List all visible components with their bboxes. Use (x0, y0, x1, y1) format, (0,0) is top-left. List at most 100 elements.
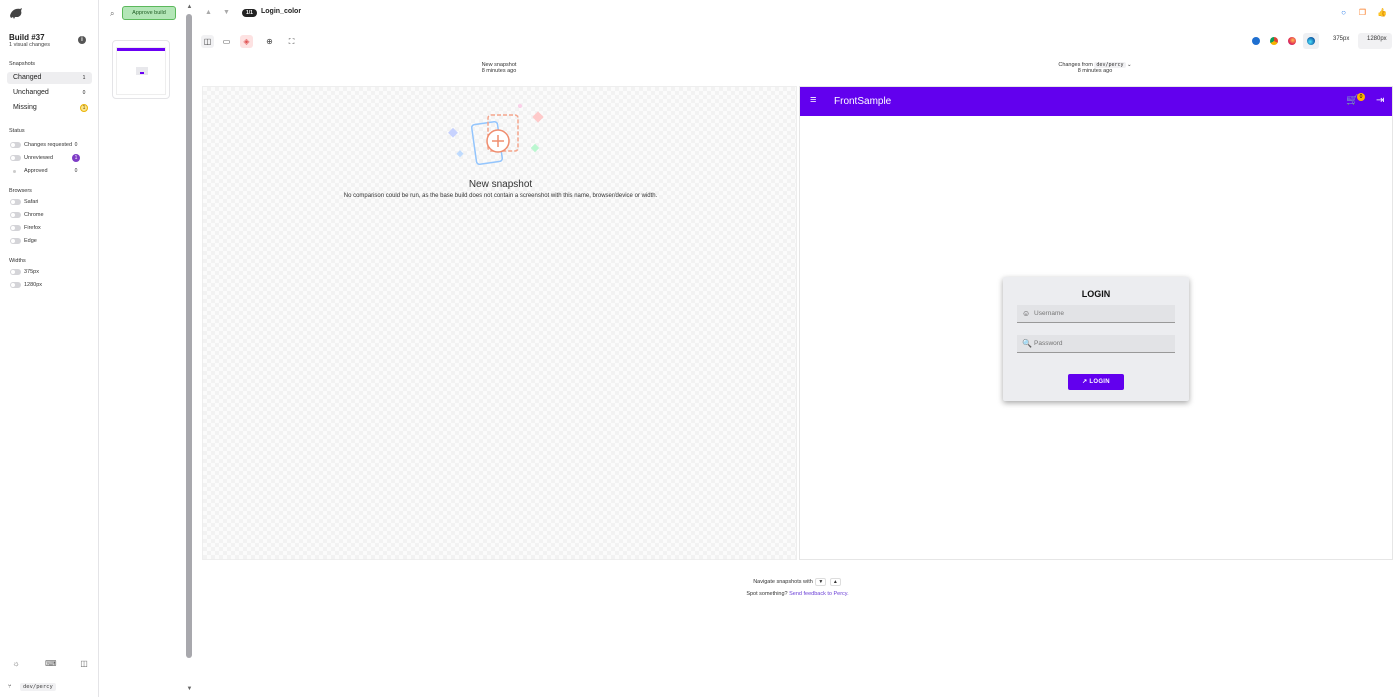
next-snapshot-arrow[interactable]: ▼ (223, 9, 230, 16)
login-card: LOGIN ☺ 🔍 ↗ LOGIN (1003, 277, 1189, 401)
single-view-icon[interactable]: ▭ (220, 35, 233, 48)
app-header-bar: ≡ FrontSample 🛒 0 ⇥ (800, 87, 1392, 116)
width-filter-1280[interactable]: 1280px (10, 281, 42, 290)
filter-label: Firefox (24, 225, 41, 231)
login-title: LOGIN (1081, 289, 1111, 299)
scrollbar-thumb[interactable] (186, 14, 192, 658)
login-button-label: LOGIN (1089, 379, 1110, 385)
toggle-switch[interactable] (10, 225, 21, 231)
width-1280-button[interactable]: 1280px (1367, 36, 1387, 42)
toggle-switch[interactable] (10, 238, 21, 244)
toggle-switch[interactable] (10, 212, 21, 218)
width-375-button[interactable]: 375px (1333, 36, 1349, 42)
approve-build-button[interactable]: Approve build (122, 6, 176, 20)
filter-label: 1280px (24, 282, 43, 288)
safari-browser-icon[interactable] (1252, 37, 1260, 45)
browser-filter-chrome[interactable]: Chrome (10, 211, 44, 220)
snapshot-render-panel[interactable]: ≡ FrontSample 🛒 0 ⇥ LOGIN ☺ 🔍 ↗ LOGIN (799, 86, 1393, 560)
zoom-icon[interactable]: ⊕ (263, 35, 276, 48)
new-snapshot-illustration-icon (448, 104, 544, 165)
thumbnail-preview (116, 47, 166, 95)
filter-label: Safari (24, 199, 39, 205)
toggle-switch[interactable] (10, 142, 21, 148)
width-filter-375[interactable]: 375px (10, 268, 39, 277)
keyboard-navigation-hint: Navigate snapshots with ▼ ▲ (202, 578, 1393, 586)
search-icon[interactable]: ⌕ (110, 9, 114, 19)
settings-icon[interactable]: ☼ (11, 659, 21, 669)
sidebar: Build #37 1 visual changes i Snapshots C… (0, 0, 99, 697)
column-timestamp: 8 minutes ago (481, 68, 517, 74)
thumbs-up-icon[interactable]: 👍 (1377, 8, 1387, 17)
new-snapshot-header: New snapshot 8 minutes ago (449, 62, 549, 74)
toggle-switch[interactable] (10, 282, 21, 288)
face-icon: ☺ (1022, 309, 1031, 318)
snapshots-label: Snapshots (9, 61, 35, 67)
new-snapshot-title: New snapshot (468, 179, 533, 190)
toggle-switch[interactable] (10, 168, 21, 174)
panel-toggle-icon[interactable]: ◫ (79, 659, 89, 669)
login-button: ↗ LOGIN (1068, 374, 1124, 390)
snapshot-position-badge: 1/1 (242, 9, 257, 17)
feedback-link[interactable]: Send feedback to Percy. (789, 591, 849, 597)
snapshot-filter-label: Changed (13, 74, 42, 81)
app-title: FrontSample (834, 96, 892, 107)
chrome-browser-icon[interactable] (1270, 37, 1278, 45)
snapshot-filter-missing[interactable]: Missing 1 (7, 102, 92, 114)
branch-icon: ⑂ (8, 684, 12, 690)
browser-filter-edge[interactable]: Edge (10, 237, 37, 246)
snapshot-filter-unchanged[interactable]: Unchanged 0 (7, 87, 92, 99)
copy-icon[interactable]: ❐ (1358, 8, 1367, 17)
scroll-down-arrow[interactable]: ▼ (186, 686, 193, 692)
filter-label: Unreviewed (24, 155, 54, 161)
snapshot-thumbnail[interactable] (112, 40, 170, 99)
filter-label: 375px (24, 269, 39, 275)
changes-from-header[interactable]: Changes from dev/percy ⌄ 8 minutes ago (1030, 62, 1160, 74)
count-badge: 0 (74, 168, 78, 174)
status-filter-changes-requested[interactable]: Changes requested (10, 141, 72, 150)
comment-icon[interactable]: ○ (1339, 8, 1348, 17)
cart-count-badge: 0 (1357, 93, 1365, 101)
password-input (1034, 338, 1169, 349)
edge-browser-icon[interactable] (1307, 37, 1315, 45)
filter-label: Chrome (24, 212, 44, 218)
key-down-hint: ▼ (815, 578, 827, 586)
new-snapshot-description: No comparison could be run, as the base … (343, 193, 658, 199)
keyboard-icon[interactable]: ⌨ (45, 659, 57, 669)
diff-toggle-icon[interactable]: ◈ (240, 35, 253, 48)
count-badge: 1 (72, 154, 80, 162)
username-input (1034, 308, 1169, 319)
menu-icon: ≡ (810, 94, 817, 106)
scroll-up-arrow[interactable]: ▲ (186, 4, 193, 10)
toggle-switch[interactable] (10, 269, 21, 275)
fit-screen-icon[interactable]: ⛶ (285, 35, 298, 48)
status-label: Status (9, 128, 25, 134)
count-badge: 0 (82, 90, 86, 96)
status-filter-unreviewed[interactable]: Unreviewed (10, 154, 53, 163)
build-subtitle: 1 visual changes (9, 42, 50, 48)
browser-filter-firefox[interactable]: Firefox (10, 224, 41, 233)
arrow-icon: ↗ (1082, 379, 1088, 385)
column-timestamp: 8 minutes ago (1077, 68, 1113, 74)
snapshot-list: ⌕ Approve build (99, 0, 192, 697)
chevron-down-icon[interactable]: ⌄ (1127, 62, 1132, 68)
previous-snapshot-arrow[interactable]: ▲ (205, 9, 212, 16)
browser-filter-safari[interactable]: Safari (10, 198, 38, 207)
toggle-switch[interactable] (10, 199, 21, 205)
side-by-side-view-icon[interactable]: ◫ (201, 35, 214, 48)
branch-tag: dev/percy (20, 683, 56, 691)
key-up-hint: ▲ (829, 578, 841, 586)
thumbnail-header-bar (117, 48, 165, 51)
percy-logo-icon[interactable] (9, 7, 23, 19)
count-badge: 0 (74, 142, 78, 148)
widths-label: Widths (9, 258, 26, 264)
snapshot-filter-changed[interactable]: Changed 1 (7, 72, 92, 84)
feedback-prefix: Spot something? (746, 591, 788, 597)
info-icon[interactable]: i (78, 36, 86, 44)
toggle-switch[interactable] (10, 155, 21, 161)
filter-label: Changes requested (24, 142, 73, 148)
browsers-label: Browsers (9, 188, 32, 194)
status-filter-approved[interactable]: Approved (10, 167, 48, 176)
count-badge: 1 (82, 75, 86, 81)
firefox-browser-icon[interactable] (1288, 37, 1296, 45)
new-snapshot-panel: New snapshot No comparison could be run,… (202, 86, 797, 560)
